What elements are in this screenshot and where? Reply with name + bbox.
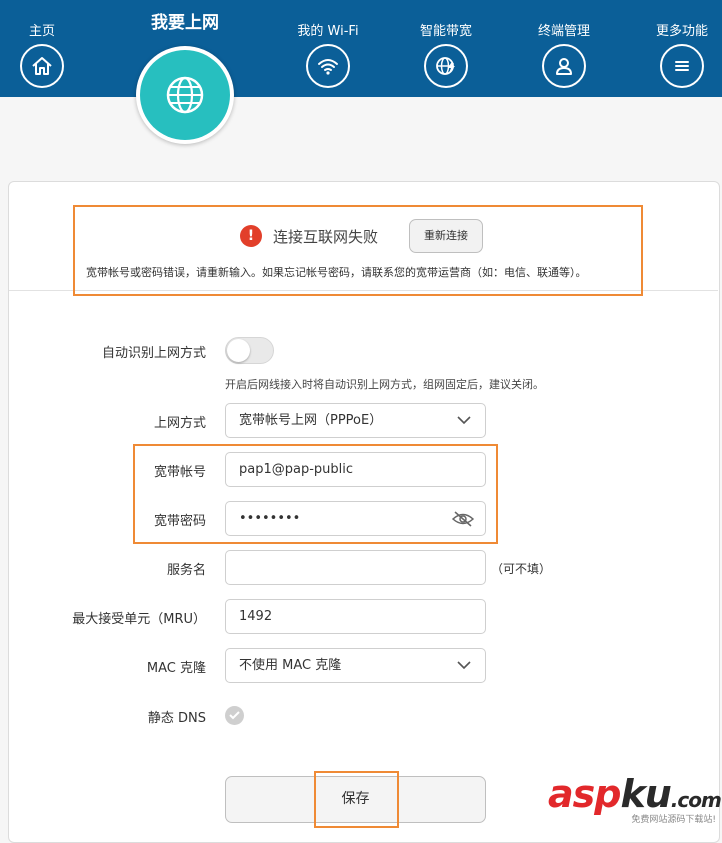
- active-indicator: [140, 50, 230, 140]
- dns-checkbox[interactable]: [225, 706, 244, 725]
- home-icon: [20, 44, 64, 88]
- reconnect-button[interactable]: 重新连接: [409, 219, 483, 253]
- password-input[interactable]: ••••••••: [225, 501, 486, 536]
- service-input[interactable]: [225, 550, 486, 585]
- watermark-brand-c: .com: [670, 788, 722, 812]
- nav-label: 更多功能: [655, 24, 708, 39]
- watermark-brand-b: ku: [620, 772, 671, 816]
- save-highlight-box: [314, 771, 399, 828]
- bandwidth-globe-icon: [424, 44, 468, 88]
- chevron-down-icon: [457, 416, 471, 425]
- mode-label: 上网方式: [153, 416, 206, 431]
- watermark-brand-a: asp: [548, 772, 621, 816]
- user-icon: [542, 44, 586, 88]
- auto-detect-hint: 开启后网线接入时将自动识别上网方式，组网固定后，建议关闭。: [225, 378, 544, 391]
- optional-note: （可不填）: [491, 562, 552, 576]
- mode-select[interactable]: 宽带帐号上网（PPPoE）: [225, 403, 486, 438]
- service-label: 服务名: [166, 563, 206, 578]
- nav-item-internet-label[interactable]: 我要上网: [125, 8, 245, 33]
- top-nav-bar: 主页 我的 Wi-Fi 智能带宽 终端管理 更多功能 我要上网: [0, 0, 722, 97]
- menu-icon: [660, 44, 704, 88]
- hide-password-icon[interactable]: [452, 510, 474, 528]
- account-label: 宽带帐号: [153, 465, 206, 480]
- mru-label: 最大接受单元（MRU）: [72, 612, 206, 627]
- nav-label: 我的 Wi-Fi: [297, 24, 359, 39]
- alert-highlight-box: [73, 205, 643, 296]
- mode-select-value: 宽带帐号上网（PPPoE）: [239, 413, 383, 428]
- alert-message: 宽带帐号或密码错误，请重新输入。如果忘记帐号密码，请联系您的宽带运营商（如：电信…: [86, 266, 587, 279]
- dns-label: 静态 DNS: [147, 711, 206, 726]
- auto-detect-toggle[interactable]: [225, 337, 274, 364]
- error-icon: !: [240, 225, 262, 247]
- account-input[interactable]: pap1@pap-public: [225, 452, 486, 487]
- toggle-knob: [227, 339, 250, 362]
- wifi-icon: [306, 44, 350, 88]
- auto-detect-label: 自动识别上网方式: [101, 346, 206, 361]
- password-label: 宽带密码: [153, 514, 206, 529]
- watermark-logo: aspku.com 免费网站源码下载站!: [548, 772, 722, 828]
- account-value: pap1@pap-public: [239, 462, 354, 477]
- mru-value: 1492: [239, 609, 273, 624]
- chevron-down-icon: [457, 661, 471, 670]
- check-icon: [229, 711, 240, 720]
- watermark-brand: aspku.com: [548, 772, 722, 816]
- mac-select-value: 不使用 MAC 克隆: [239, 658, 342, 673]
- alert-title: 连接互联网失败: [273, 228, 379, 246]
- nav-label: 主页: [28, 24, 55, 39]
- nav-label: 终端管理: [537, 24, 590, 39]
- nav-item-internet[interactable]: [136, 46, 234, 144]
- watermark-tagline: 免费网站源码下载站!: [631, 815, 716, 825]
- mru-input[interactable]: 1492: [225, 599, 486, 634]
- nav-label: 智能带宽: [419, 24, 472, 39]
- mac-select[interactable]: 不使用 MAC 克隆: [225, 648, 486, 683]
- globe-icon: [166, 76, 204, 114]
- mac-label: MAC 克隆: [146, 661, 206, 676]
- password-value: ••••••••: [239, 511, 301, 526]
